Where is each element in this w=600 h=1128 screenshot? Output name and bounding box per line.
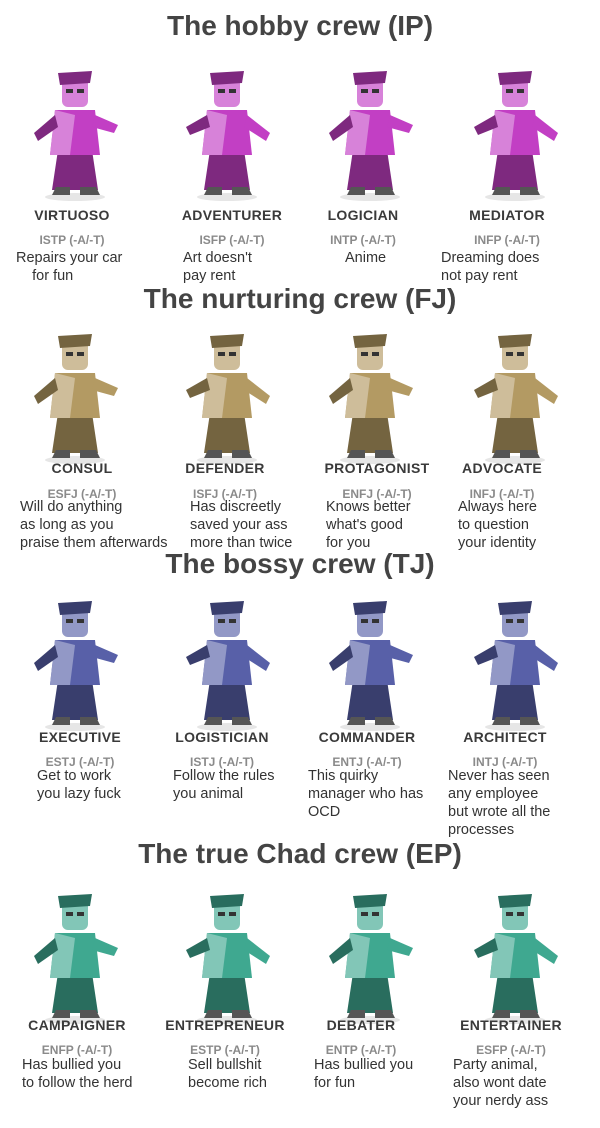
section-title-bossy-crew: The bossy crew (TJ)	[165, 548, 435, 579]
defender-figure	[152, 318, 302, 468]
debater-type-code: ENTP (-A/-T)	[325, 1043, 397, 1057]
mediator-figure	[440, 55, 590, 205]
virtuoso-caption: Repairs your car for fun	[16, 250, 123, 284]
advocate-figure	[440, 318, 590, 468]
architect-caption: Never has seen any employee but wrote al…	[448, 768, 551, 838]
debater-figure	[295, 878, 445, 1028]
character-illustration	[186, 894, 270, 1024]
character-illustration	[474, 894, 558, 1024]
advocate-caption: Always here to question your identity	[458, 499, 537, 551]
defender-caption: Has discreetly saved your ass more than …	[190, 499, 293, 551]
adventurer-figure	[152, 55, 302, 205]
commander-figure	[295, 585, 445, 735]
entrepreneur-caption: Sell bullshit become rich	[188, 1057, 267, 1091]
character-illustration	[474, 334, 558, 464]
architect-figure	[440, 585, 590, 735]
character-illustration	[34, 601, 118, 731]
adventurer-type-name: ADVENTURER	[181, 207, 283, 223]
mediator-caption: Dreaming does not pay rent	[441, 250, 540, 284]
virtuoso-figure	[0, 55, 150, 205]
entertainer-type-name: ENTERTAINER	[460, 1017, 562, 1033]
entrepreneur-type-code: ESTP (-A/-T)	[190, 1043, 260, 1057]
logician-caption: Anime	[345, 250, 387, 266]
protagonist-caption: Knows better what's good for you	[326, 499, 411, 551]
section-title-chad-crew: The true Chad crew (EP)	[138, 838, 462, 869]
campaigner-type-name: CAMPAIGNER	[28, 1017, 126, 1033]
entertainer-figure	[440, 878, 590, 1028]
virtuoso-type-code: ISTP (-A/-T)	[39, 233, 105, 247]
adventurer-caption: Art doesn't pay rent	[183, 250, 252, 284]
logistician-caption: Follow the rules you animal	[173, 768, 275, 802]
consul-figure	[0, 318, 150, 468]
executive-type-name: EXECUTIVE	[38, 729, 122, 745]
section-title-nurturing-crew: The nurturing crew (FJ)	[143, 283, 457, 314]
character-illustration	[329, 71, 413, 201]
character-illustration	[186, 334, 270, 464]
consul-type-name: CONSUL	[51, 460, 113, 476]
mediator-type-name: MEDIATOR	[469, 207, 545, 223]
architect-type-name: ARCHITECT	[463, 729, 547, 745]
character-illustration	[329, 334, 413, 464]
character-illustration	[474, 71, 558, 201]
entertainer-caption: Party animal, also wont date your nerdy …	[453, 1057, 549, 1109]
commander-caption: This quirky manager who has OCD	[308, 768, 424, 820]
character-illustration	[186, 601, 270, 731]
logician-figure	[295, 55, 445, 205]
debater-type-name: DEBATER	[326, 1017, 396, 1033]
executive-caption: Get to work you lazy fuck	[37, 768, 121, 802]
executive-figure	[0, 585, 150, 735]
character-illustration	[34, 894, 118, 1024]
commander-type-name: COMMANDER	[318, 729, 416, 745]
advocate-type-name: ADVOCATE	[462, 460, 542, 476]
virtuoso-type-name: VIRTUOSO	[34, 207, 110, 223]
logician-type-code: INTP (-A/-T)	[330, 233, 396, 247]
logistician-type-name: LOGISTICIAN	[175, 729, 269, 745]
character-illustration	[186, 71, 270, 201]
adventurer-type-code: ISFP (-A/-T)	[199, 233, 265, 247]
character-illustration	[34, 71, 118, 201]
consul-caption: Will do anything as long as you praise t…	[20, 499, 168, 551]
entrepreneur-figure	[152, 878, 302, 1028]
logician-type-name: LOGICIAN	[327, 207, 399, 223]
character-illustration	[34, 334, 118, 464]
debater-caption: Has bullied you for fun	[314, 1057, 414, 1091]
campaigner-caption: Has bullied you to follow the herd	[22, 1057, 133, 1091]
mediator-type-code: INFP (-A/-T)	[474, 233, 540, 247]
campaigner-type-code: ENFP (-A/-T)	[41, 1043, 113, 1057]
defender-type-name: DEFENDER	[185, 460, 265, 476]
character-illustration	[329, 894, 413, 1024]
character-illustration	[474, 601, 558, 731]
character-illustration	[329, 601, 413, 731]
section-title-hobby-crew: The hobby crew (IP)	[166, 10, 434, 41]
logistician-figure	[152, 585, 302, 735]
entrepreneur-type-name: ENTREPRENEUR	[165, 1017, 285, 1033]
campaigner-figure	[0, 878, 150, 1028]
entertainer-type-code: ESFP (-A/-T)	[476, 1043, 546, 1057]
protagonist-figure	[295, 318, 445, 468]
